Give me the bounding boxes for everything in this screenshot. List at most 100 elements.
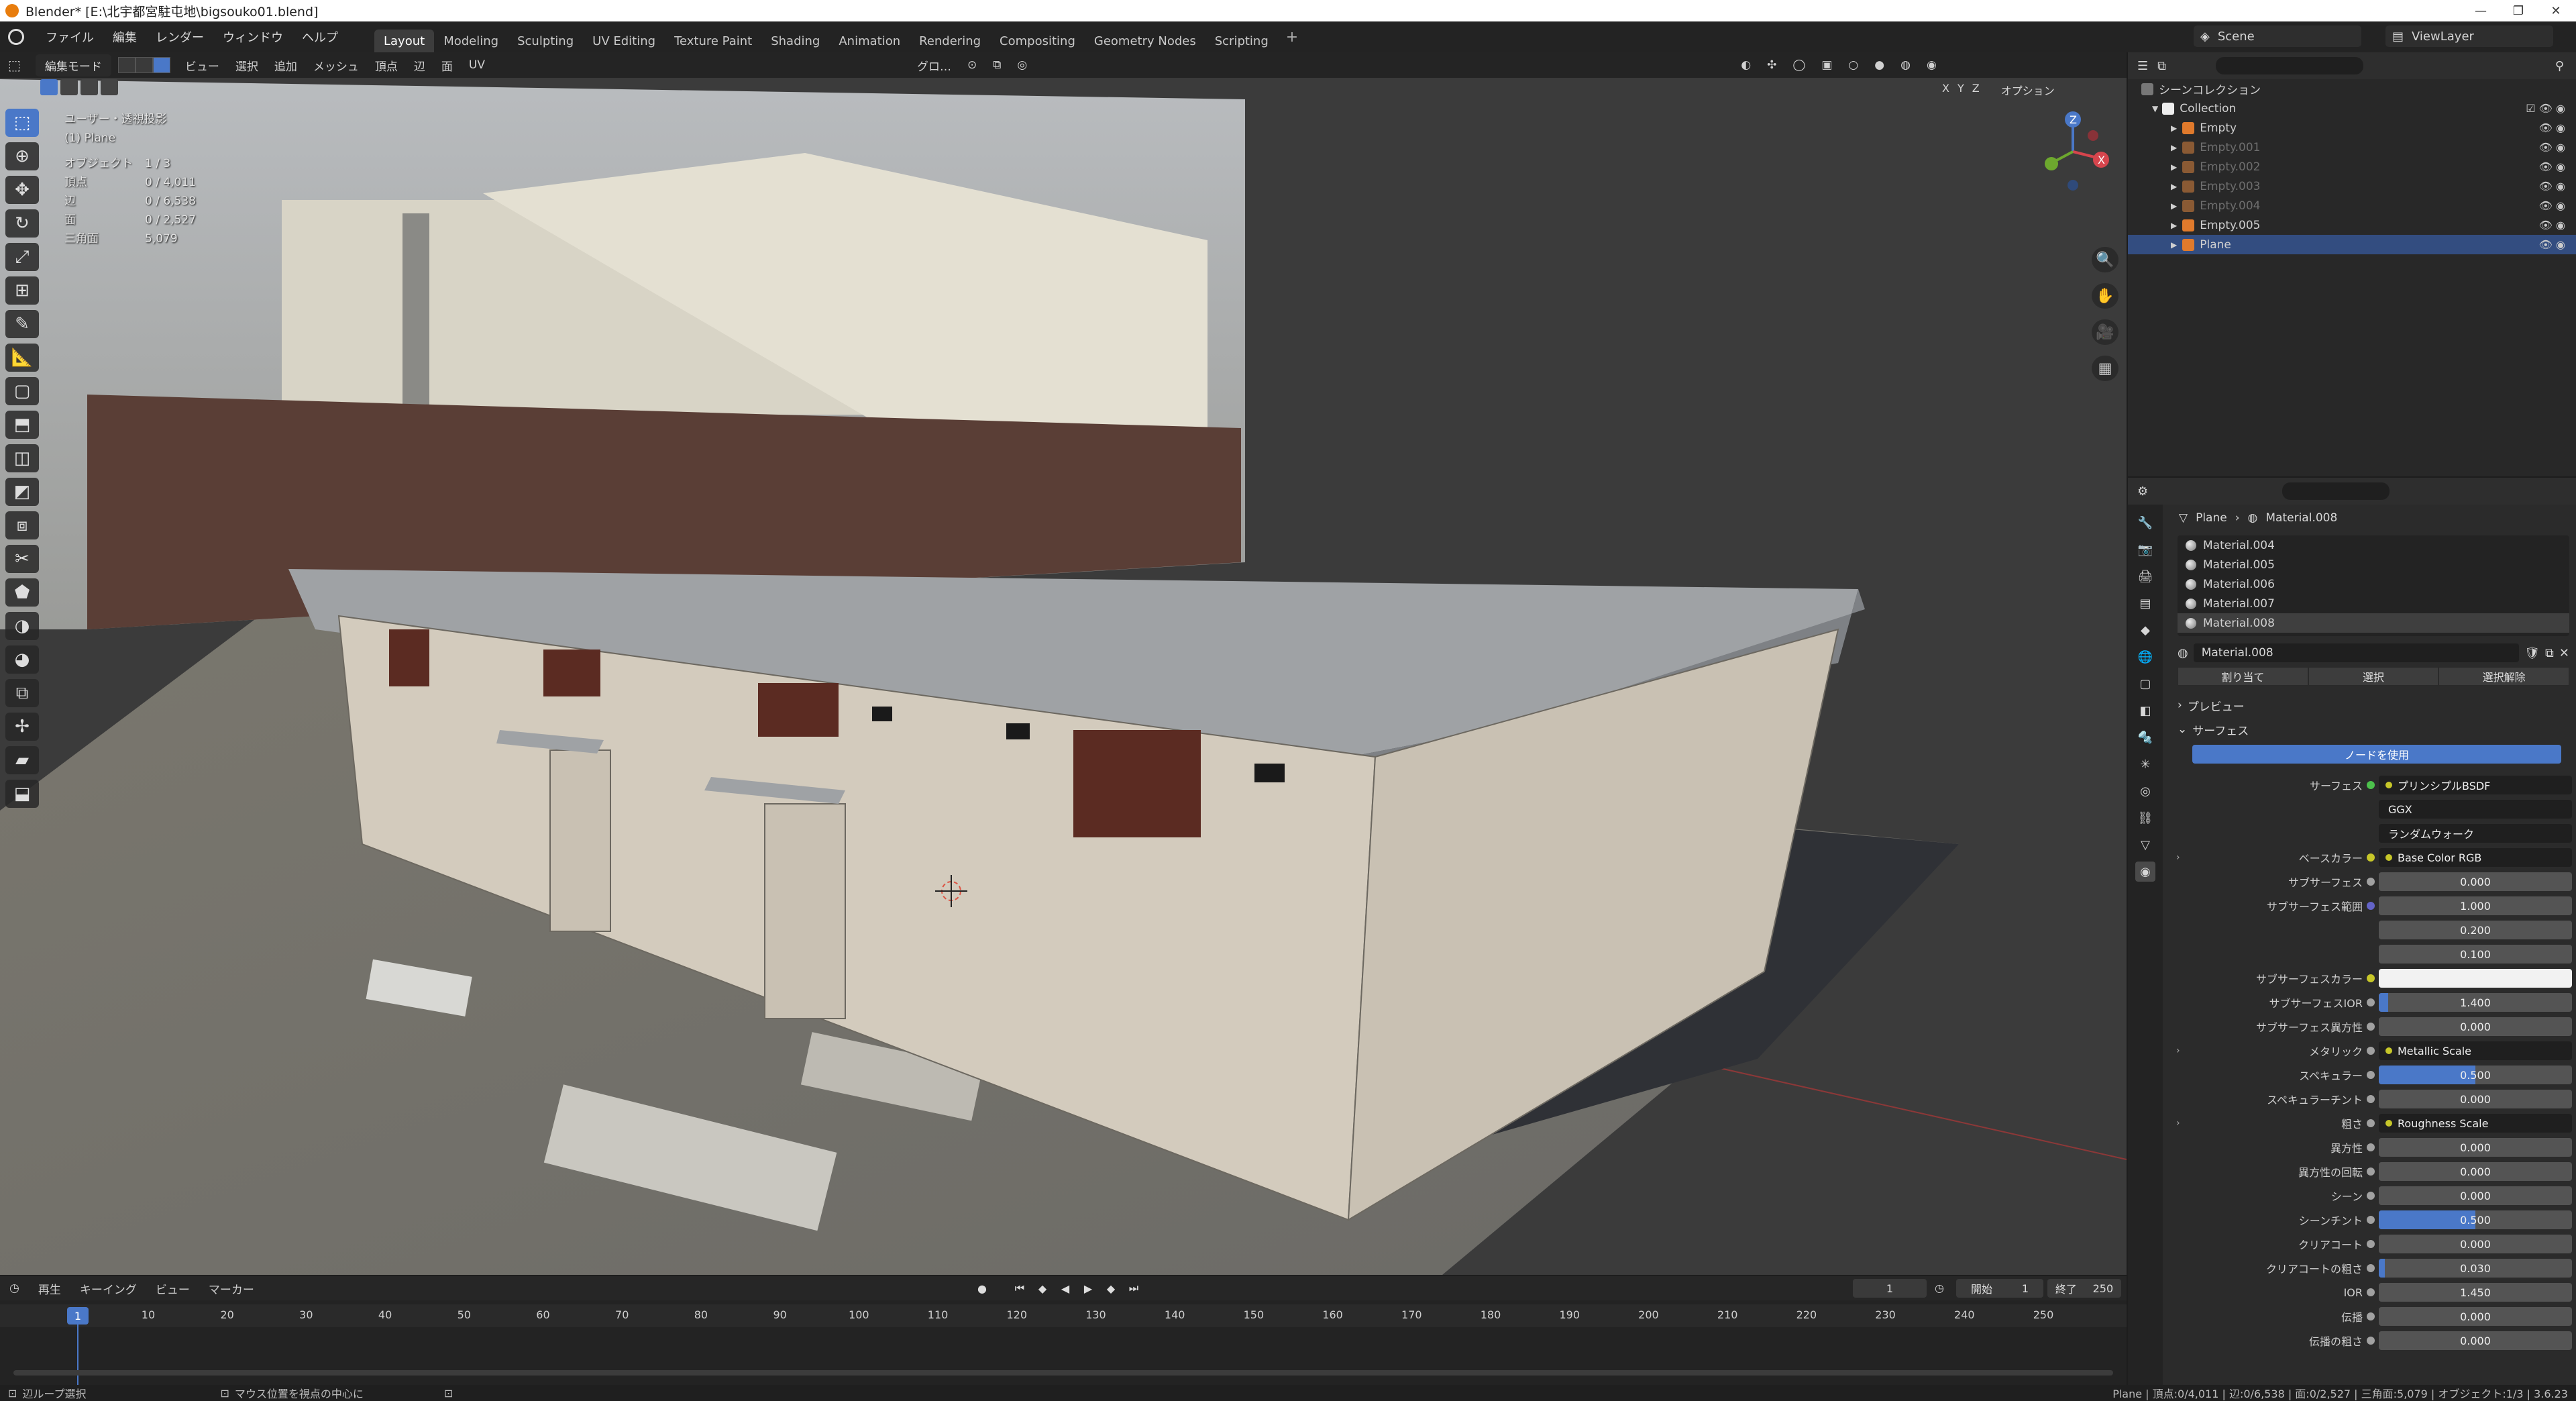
menu-edit[interactable]: 編集	[103, 21, 146, 52]
socket-icon[interactable]	[2367, 998, 2375, 1006]
editor-type-icon[interactable]: ☰	[2137, 59, 2148, 73]
chevron-down-icon[interactable]: ▼	[2152, 104, 2158, 113]
property-field[interactable]: 1.400	[2379, 993, 2572, 1012]
prev-keyframe-icon[interactable]: ◆	[1033, 1279, 1052, 1298]
socket-icon[interactable]	[2367, 1143, 2375, 1151]
object-tab-icon[interactable]: ◧	[2135, 701, 2155, 721]
zoom-icon[interactable]: 🔍	[2092, 247, 2118, 272]
bevel-tool-icon[interactable]: ◩	[5, 478, 39, 506]
shading-wireframe-icon[interactable]: ○	[1840, 58, 1866, 72]
clock-icon[interactable]: ◷	[1935, 1282, 1944, 1294]
measure-tool-icon[interactable]: 📐	[5, 344, 39, 372]
data-tab-icon[interactable]: ▽	[2135, 835, 2155, 855]
chevron-right-icon[interactable]: ›	[2176, 1118, 2180, 1129]
property-field[interactable]: 0.030	[2379, 1259, 2572, 1278]
particles-tab-icon[interactable]: ✳	[2135, 754, 2155, 774]
play-icon[interactable]: ▶	[1079, 1279, 1097, 1298]
navigation-gizmo[interactable]: Z X	[2033, 111, 2113, 192]
menu-vertex[interactable]: 頂点	[367, 57, 406, 74]
tab-texture-paint[interactable]: Texture Paint	[665, 30, 761, 52]
shrink-fatten-tool-icon[interactable]: ✢	[5, 713, 39, 741]
property-field[interactable]: 0.000	[2379, 1235, 2572, 1253]
preview-panel-header[interactable]: › プレビュー	[2178, 695, 2569, 715]
property-field[interactable]: 0.000	[2379, 1090, 2572, 1108]
visibility-toggles[interactable]: 👁 ◉	[2539, 238, 2565, 251]
extrude-tool-icon[interactable]: ⬒	[5, 411, 39, 439]
transform-orientation[interactable]: グロ…	[909, 57, 959, 74]
socket-icon[interactable]	[2367, 1071, 2375, 1079]
visibility-toggles[interactable]: 👁 ◉	[2539, 180, 2565, 193]
record-icon[interactable]: ●	[973, 1279, 991, 1298]
inset-tool-icon[interactable]: ◫	[5, 444, 39, 472]
outliner-item-empty-002[interactable]: ▶ Empty.002 👁 ◉	[2128, 157, 2576, 176]
scene-tab-icon[interactable]: ◆	[2135, 620, 2155, 640]
tab-layout[interactable]: Layout	[374, 30, 435, 52]
close-button[interactable]: ✕	[2537, 0, 2575, 21]
world-tab-icon[interactable]: 🌐	[2135, 647, 2155, 667]
menu-help[interactable]: ヘルプ	[292, 21, 347, 52]
outliner-item-empty-005[interactable]: ▶ Empty.005 👁 ◉	[2128, 215, 2576, 235]
add-cube-tool-icon[interactable]: ▢	[5, 377, 39, 405]
select-subtract-icon[interactable]	[80, 79, 98, 95]
outliner-search-input[interactable]	[2216, 57, 2363, 74]
tab-uv-editing[interactable]: UV Editing	[583, 30, 665, 52]
select-invert-icon[interactable]	[101, 79, 118, 95]
annotate-tool-icon[interactable]: ✎	[5, 310, 39, 338]
axis-y[interactable]: Y	[1957, 82, 1964, 98]
jump-start-icon[interactable]: ⏮	[1010, 1279, 1029, 1298]
display-mode-icon[interactable]: ⧉	[2157, 59, 2166, 73]
pan-hand-icon[interactable]: ✋	[2092, 283, 2118, 309]
tab-sculpting[interactable]: Sculpting	[508, 30, 583, 52]
outliner-item-empty[interactable]: ▶ Empty 👁 ◉	[2128, 118, 2576, 138]
assign-button[interactable]: 割り当て	[2178, 667, 2308, 686]
shading-rendered-icon[interactable]: ◉	[1919, 58, 1945, 72]
chevron-right-icon[interactable]: ▶	[2171, 240, 2177, 250]
editor-type-icon[interactable]: ⬚	[0, 57, 29, 73]
visibility-toggles[interactable]: ☑ 👁 ◉	[2526, 102, 2565, 115]
property-field[interactable]	[2379, 969, 2572, 988]
collection-row[interactable]: ▼ Collection ☑ 👁 ◉	[2128, 99, 2576, 118]
view-layer-tab-icon[interactable]: ▤	[2135, 593, 2155, 613]
socket-icon[interactable]	[2367, 1119, 2375, 1127]
start-frame-field[interactable]: 開始 1	[1956, 1279, 2043, 1298]
menu-uv[interactable]: UV	[461, 58, 493, 72]
frame-ruler[interactable]: 10 20 30 40 50 60 70 80 90 100 110 120 130 140 150 160 1…	[0, 1304, 2127, 1327]
material-slot-item[interactable]: Material.007	[2178, 594, 2569, 613]
proportional-edit-icon[interactable]: ◎	[1009, 58, 1035, 72]
edge-slide-tool-icon[interactable]: ⧉	[5, 679, 39, 707]
output-tab-icon[interactable]: 🖨	[2135, 566, 2155, 586]
properties-search-input[interactable]	[2282, 482, 2390, 500]
menu-window[interactable]: ウィンドウ	[213, 21, 292, 52]
socket-icon[interactable]	[2367, 853, 2375, 862]
visibility-toggles[interactable]: 👁 ◉	[2539, 199, 2565, 212]
move-tool-icon[interactable]: ✥	[5, 176, 39, 204]
fake-user-icon[interactable]: 🛡	[2524, 646, 2540, 660]
add-workspace-button[interactable]: +	[1278, 29, 1306, 46]
property-field[interactable]: 0.200	[2379, 921, 2572, 939]
socket-icon[interactable]	[2367, 902, 2375, 910]
socket-icon[interactable]	[2367, 1216, 2375, 1224]
menu-marker[interactable]: マーカー	[199, 1280, 264, 1297]
chevron-right-icon[interactable]: ▶	[2171, 143, 2177, 152]
material-name-field[interactable]: Material.008	[2193, 643, 2520, 662]
play-reverse-icon[interactable]: ◀	[1056, 1279, 1075, 1298]
visibility-toggles[interactable]: 👁 ◉	[2539, 121, 2565, 134]
use-nodes-button[interactable]: ノードを使用	[2192, 745, 2561, 764]
socket-icon[interactable]	[2367, 1023, 2375, 1031]
rotate-tool-icon[interactable]: ↻	[5, 209, 39, 238]
smooth-tool-icon[interactable]: ◕	[5, 645, 39, 674]
outliner-item-plane[interactable]: ▶ Plane 👁 ◉	[2128, 235, 2576, 254]
surface-panel-header[interactable]: ⌄ サーフェス	[2178, 719, 2569, 739]
next-keyframe-icon[interactable]: ◆	[1102, 1279, 1120, 1298]
socket-icon[interactable]	[2367, 974, 2375, 982]
select-extend-icon[interactable]	[60, 79, 78, 95]
menu-face[interactable]: 面	[433, 57, 461, 74]
property-field[interactable]: 0.000	[2379, 872, 2572, 891]
3d-viewport[interactable]: ⬚ 編集モード ビュー 選択 追加 メッシュ 頂点 辺 面 UV グロ… ⊙ ⧉…	[0, 52, 2127, 1275]
menu-edge[interactable]: 辺	[406, 57, 433, 74]
transform-tool-icon[interactable]: ⊞	[5, 276, 39, 305]
visibility-toggles[interactable]: 👁 ◉	[2539, 160, 2565, 173]
deselect-button[interactable]: 選択解除	[2438, 667, 2570, 686]
overlay-toggle-icon[interactable]: ◯	[1784, 58, 1813, 72]
loop-cut-tool-icon[interactable]: ⧈	[5, 511, 39, 539]
